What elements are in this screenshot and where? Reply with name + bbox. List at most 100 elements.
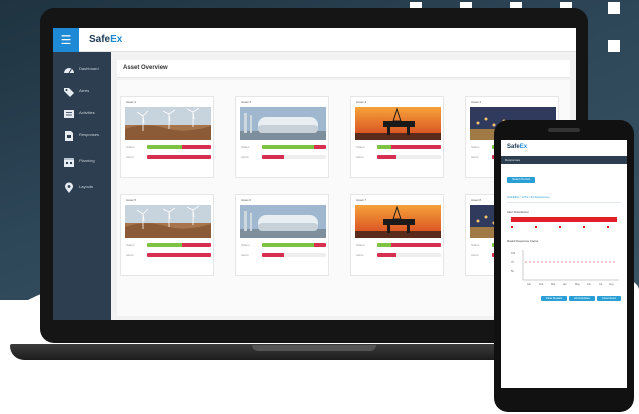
sidebar-item-label: Activities	[79, 110, 95, 115]
alerts-label: Alerts	[471, 253, 479, 257]
alerts-label: Alerts	[241, 253, 249, 257]
x-tick-label: Aug	[609, 283, 614, 286]
legend-swatch	[607, 226, 609, 228]
status-fill-green	[262, 243, 315, 247]
phone-logo[interactable]: SafeEx	[507, 144, 527, 150]
sidebar-item-label: Responses	[79, 132, 100, 137]
decor-square	[608, 2, 620, 14]
asset-name: Asset 7	[356, 198, 367, 202]
asset-name: Asset 3	[356, 100, 367, 104]
sidebar-item-alerts[interactable]: Alerts	[53, 82, 111, 102]
all-activities-button[interactable]: All Activities	[569, 296, 595, 301]
alerts-label: Alerts	[471, 155, 479, 159]
alerts-label: Alerts	[126, 253, 134, 257]
alerts-fill	[147, 155, 211, 159]
status-label: Status	[241, 243, 250, 247]
phone-nav: Responses	[501, 156, 627, 164]
sidebar-item-label: Planning	[79, 158, 95, 163]
phone-topbar: SafeEx	[501, 140, 627, 156]
alerts-bar	[147, 155, 211, 159]
phone-nav-label: Responses	[505, 158, 521, 162]
alerts-fill	[377, 155, 397, 159]
asset-card[interactable]: Asset 6 Status Alerts	[235, 194, 329, 276]
status-label: Status	[356, 145, 365, 149]
rapid-response-label: Rapid Response Factor	[507, 239, 539, 243]
y-tick-label: 75	[511, 261, 514, 264]
sidebar-item-label: Dashboard	[79, 66, 99, 71]
status-bar	[377, 145, 441, 149]
logo-text: Safe	[507, 144, 520, 150]
sidebar-item-activities[interactable]: Activities	[53, 104, 111, 124]
app-logo[interactable]: SafeEx	[89, 34, 122, 45]
alert-distribution-bar	[511, 217, 617, 222]
rapid-response-chart: 100 75 50 Jan Feb Mar Apr May Jun Jul Au…	[511, 250, 619, 286]
asset-name: Asset 1	[126, 100, 137, 104]
hamburger-icon[interactable]: ☰	[53, 28, 79, 52]
list-icon	[64, 110, 74, 118]
x-tick-label: Jun	[587, 283, 592, 286]
status-fill-red	[391, 243, 441, 247]
alerts-bar	[147, 253, 211, 257]
sidebar: Dashboard Alerts Activities Responses Pl…	[53, 52, 111, 320]
phone-display: SafeEx Responses Select Period SAFEEX / …	[501, 140, 627, 388]
status-bar	[262, 145, 326, 149]
asset-name: Asset 6	[241, 198, 252, 202]
status-bar	[262, 243, 326, 247]
legend-swatch	[583, 226, 585, 228]
calendar-icon	[64, 158, 74, 167]
asset-card[interactable]: Asset 3 Status Alerts	[350, 96, 444, 178]
oil-rig-image	[355, 205, 441, 238]
asset-name: Asset 4	[471, 100, 482, 104]
laptop-notch	[252, 345, 376, 351]
alerts-label: Alerts	[241, 155, 249, 159]
page-header: Asset Overview	[117, 60, 570, 78]
phone-speaker	[548, 128, 580, 132]
status-fill-red	[391, 145, 441, 149]
asset-card[interactable]: Asset 7 Status Alerts	[350, 194, 444, 276]
alerts-bar	[262, 253, 326, 257]
sidebar-item-label: Layouts	[79, 184, 94, 189]
status-fill-green	[262, 145, 315, 149]
alerts-fill	[147, 253, 211, 257]
status-fill-green	[377, 145, 392, 149]
legend-swatch	[535, 226, 537, 228]
x-tick-label: Jul	[599, 283, 603, 286]
status-label: Status	[126, 145, 135, 149]
y-tick-label: 50	[511, 270, 514, 273]
alerts-fill	[262, 253, 285, 257]
app-topbar: ☰ SafeEx	[53, 28, 576, 52]
asset-card[interactable]: Asset 1 Status Alerts	[120, 96, 214, 178]
sidebar-item-label: Alerts	[79, 88, 90, 93]
status-fill-red	[314, 243, 326, 247]
sidebar-item-dashboard[interactable]: Dashboard	[53, 60, 111, 80]
status-fill-green	[147, 243, 183, 247]
sidebar-item-responses[interactable]: Responses	[53, 126, 111, 146]
divider	[507, 202, 621, 203]
sidebar-item-layouts[interactable]: Layouts	[53, 178, 111, 198]
legend-swatch	[511, 226, 513, 228]
asset-card[interactable]: Asset 2 Status Alerts	[235, 96, 329, 178]
asset-name: Asset 8	[471, 198, 482, 202]
status-label: Status	[126, 243, 135, 247]
alerts-label: Alerts	[126, 155, 134, 159]
alert-distribution-label: Alert Distribution	[507, 210, 530, 214]
status-fill-red	[182, 243, 211, 247]
document-icon	[65, 131, 73, 141]
status-fill-green	[377, 243, 392, 247]
chart-legend	[511, 226, 621, 229]
view-details-button[interactable]: View Details	[541, 296, 567, 301]
x-tick-label: Apr	[563, 283, 567, 286]
alerts-bar	[262, 155, 326, 159]
gas-tanks-image	[240, 107, 326, 140]
logo-accent: Ex	[519, 144, 528, 150]
page-title: Asset Overview	[123, 65, 168, 71]
asset-name: Asset 5	[126, 198, 137, 202]
responses-title: SAFEEX / 1701 / 32 Responses	[507, 195, 550, 199]
select-period-button[interactable]: Select Period	[507, 177, 535, 183]
wind-turbines-image	[125, 107, 211, 140]
x-tick-label: May	[575, 283, 580, 286]
download-button[interactable]: Download	[597, 296, 621, 301]
sidebar-item-planning[interactable]: Planning	[53, 152, 111, 172]
asset-card[interactable]: Asset 5 Status Alerts	[120, 194, 214, 276]
status-fill-red	[182, 145, 211, 149]
